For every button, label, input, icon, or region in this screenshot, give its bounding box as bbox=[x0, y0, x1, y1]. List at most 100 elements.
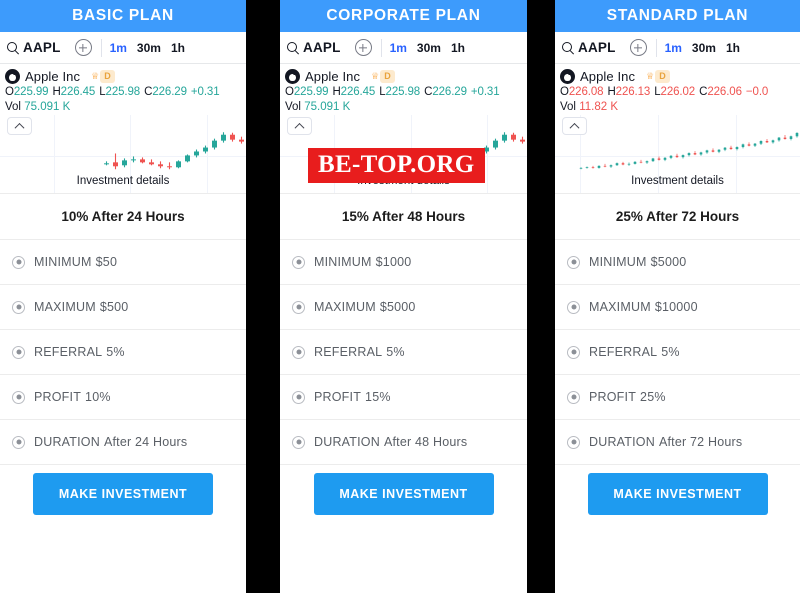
collapse-legend-button[interactable] bbox=[7, 117, 32, 135]
list-item: MAXIMUM $500 bbox=[0, 285, 246, 330]
list-item: DURATION After 48 Hours bbox=[280, 420, 527, 465]
chart-toolbar: AAPL 1m 30m 1h bbox=[555, 32, 800, 64]
chart-toolbar: AAPL 1m 30m 1h bbox=[280, 32, 527, 64]
detail-maximum: MAXIMUM $5000 bbox=[314, 300, 416, 314]
detail-maximum: MAXIMUM $500 bbox=[34, 300, 129, 314]
chart-legend: Apple Inc ♕ D O226.08 H226.13 L226.02 C226.… bbox=[555, 64, 800, 115]
legend-ohlc: O225.99 H226.45 L225.98 C226.29 +0.31 bbox=[5, 86, 241, 98]
bullet-icon bbox=[292, 435, 305, 449]
search-icon[interactable] bbox=[286, 41, 300, 55]
ohlc-c-value: 226.29 bbox=[432, 86, 467, 98]
bullet-icon bbox=[567, 300, 580, 314]
chart-caption: Investment details bbox=[631, 175, 724, 187]
candlestick-chart[interactable]: Investment details bbox=[555, 115, 800, 193]
interval-30m[interactable]: 30m bbox=[137, 41, 161, 55]
legend-symbol-name: Apple Inc bbox=[580, 69, 636, 84]
collapse-legend-button[interactable] bbox=[562, 117, 587, 135]
volume-value: 75.091 K bbox=[304, 101, 351, 113]
chevron-up-icon bbox=[294, 122, 305, 133]
detail-profit: PROFIT 25% bbox=[589, 390, 666, 404]
interval-1h[interactable]: 1h bbox=[726, 41, 740, 55]
add-symbol-icon[interactable] bbox=[74, 39, 92, 56]
legend-symbol-name: Apple Inc bbox=[25, 69, 81, 84]
bullet-icon bbox=[292, 255, 305, 269]
add-symbol-icon[interactable] bbox=[354, 39, 372, 56]
list-item: REFERRAL 5% bbox=[280, 330, 527, 375]
panel-divider bbox=[527, 0, 555, 593]
list-item: REFERRAL 5% bbox=[555, 330, 800, 375]
legend-ohlc: O225.99 H226.45 L225.98 C226.29 +0.31 bbox=[285, 86, 522, 98]
legend-badges: ♕ D bbox=[91, 70, 115, 83]
add-symbol-icon[interactable] bbox=[629, 39, 647, 56]
volume-label: Vol bbox=[285, 101, 301, 113]
ohlc-h-label: H bbox=[607, 86, 616, 98]
chevron-up-icon bbox=[14, 122, 25, 133]
detail-minimum: MINIMUM $5000 bbox=[589, 255, 687, 269]
bullet-icon bbox=[567, 345, 580, 359]
symbol-search-input[interactable]: AAPL bbox=[23, 40, 61, 55]
bullet-icon bbox=[567, 435, 580, 449]
detail-referral: REFERRAL 5% bbox=[314, 345, 405, 359]
toolbar-divider bbox=[655, 38, 657, 57]
plan-details-list: MINIMUM $50 MAXIMUM $500 REFERRAL 5% PROFIT… bbox=[0, 240, 246, 465]
detail-minimum: MINIMUM $50 bbox=[34, 255, 118, 269]
interval-1h[interactable]: 1h bbox=[451, 41, 465, 55]
ohlc-l-value: 225.98 bbox=[105, 86, 141, 98]
plan-card-standard: STANDARD PLAN AAPL 1m 30m 1h Apple Inc ♕… bbox=[555, 0, 800, 593]
bullet-icon bbox=[12, 300, 25, 314]
ohlc-o-label: O bbox=[5, 86, 14, 98]
collapse-legend-button[interactable] bbox=[287, 117, 312, 135]
plan-rate-title: 15% After 48 Hours bbox=[280, 193, 527, 240]
bullet-icon bbox=[567, 255, 580, 269]
cta-container: MAKE INVESTMENT bbox=[555, 465, 800, 593]
interval-1h[interactable]: 1h bbox=[171, 41, 185, 55]
crown-icon: ♕ bbox=[646, 70, 655, 81]
interval-30m[interactable]: 30m bbox=[417, 41, 441, 55]
detail-referral: REFERRAL 5% bbox=[34, 345, 125, 359]
ohlc-h-label: H bbox=[52, 86, 61, 98]
ohlc-h-value: 226.45 bbox=[60, 86, 96, 98]
status-badge: D bbox=[100, 70, 115, 83]
symbol-search-input[interactable]: AAPL bbox=[578, 40, 616, 55]
search-icon[interactable] bbox=[561, 41, 575, 55]
legend-badges: ♕ D bbox=[646, 70, 670, 83]
status-badge: D bbox=[655, 70, 670, 83]
plan-details-list: MINIMUM $5000 MAXIMUM $10000 REFERRAL 5% PR… bbox=[555, 240, 800, 465]
list-item: PROFIT 15% bbox=[280, 375, 527, 420]
cta-container: MAKE INVESTMENT bbox=[0, 465, 246, 593]
detail-maximum: MAXIMUM $10000 bbox=[589, 300, 698, 314]
symbol-search-input[interactable]: AAPL bbox=[303, 40, 341, 55]
list-item: MINIMUM $1000 bbox=[280, 240, 527, 285]
ohlc-change: +0.31 bbox=[470, 86, 500, 98]
ohlc-o-value: 225.99 bbox=[293, 86, 329, 98]
plan-card-basic: BASIC PLAN AAPL 1m 30m 1h Apple Inc ♕ D … bbox=[0, 0, 246, 593]
legend-badges: ♕ D bbox=[371, 70, 395, 83]
ohlc-o-label: O bbox=[285, 86, 294, 98]
list-item: PROFIT 25% bbox=[555, 375, 800, 420]
chart-legend: Apple Inc ♕ D O225.99 H226.45 L225.98 C226.… bbox=[280, 64, 527, 115]
volume-value: 75.091 K bbox=[24, 101, 71, 113]
candlestick-chart[interactable]: Investment details bbox=[0, 115, 246, 193]
interval-1m[interactable]: 1m bbox=[390, 41, 407, 55]
ohlc-c-value: 226.29 bbox=[152, 86, 187, 98]
list-item: MINIMUM $5000 bbox=[555, 240, 800, 285]
interval-1m[interactable]: 1m bbox=[110, 41, 127, 55]
detail-profit: PROFIT 10% bbox=[34, 390, 111, 404]
ohlc-l-label: L bbox=[379, 86, 386, 98]
bullet-icon bbox=[292, 390, 305, 404]
ohlc-change: +0.31 bbox=[190, 86, 220, 98]
interval-30m[interactable]: 30m bbox=[692, 41, 716, 55]
make-investment-button[interactable]: MAKE INVESTMENT bbox=[33, 473, 213, 515]
detail-duration: DURATION After 24 Hours bbox=[34, 435, 188, 449]
cta-container: MAKE INVESTMENT bbox=[280, 465, 527, 593]
plan-header-corporate: CORPORATE PLAN bbox=[280, 0, 527, 32]
chart-caption: Investment details bbox=[76, 175, 170, 187]
ohlc-h-label: H bbox=[332, 86, 341, 98]
search-icon[interactable] bbox=[6, 41, 20, 55]
make-investment-button[interactable]: MAKE INVESTMENT bbox=[313, 473, 494, 515]
make-investment-button[interactable]: MAKE INVESTMENT bbox=[587, 473, 768, 515]
plan-header-basic: BASIC PLAN bbox=[0, 0, 246, 32]
plan-details-list: MINIMUM $1000 MAXIMUM $5000 REFERRAL 5% PRO… bbox=[280, 240, 527, 465]
interval-1m[interactable]: 1m bbox=[665, 41, 682, 55]
ohlc-o-value: 225.99 bbox=[13, 86, 49, 98]
